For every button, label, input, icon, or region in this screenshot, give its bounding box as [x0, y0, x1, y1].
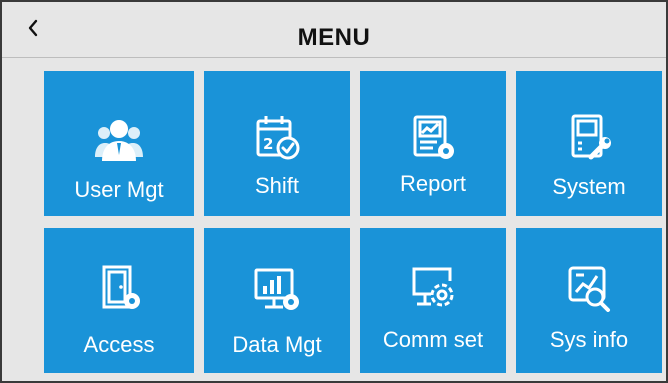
menu-tile-sys-info[interactable]: Sys info — [516, 228, 662, 373]
menu-tile-label: Comm set — [382, 327, 484, 352]
report-gear-icon — [413, 115, 454, 159]
menu-tile-label: Report — [399, 171, 467, 196]
menu-screen: MENU User Mgt 2 Shift Report System Acce… — [0, 0, 668, 383]
calendar-check-icon: 2 — [256, 116, 300, 160]
monitor-chart-gear-icon — [254, 268, 299, 310]
menu-tile-label: Shift — [254, 173, 300, 198]
monitor-gear-icon — [412, 267, 454, 307]
menu-tile-user-mgt[interactable]: User Mgt — [44, 71, 194, 216]
menu-tile-label: Access — [83, 332, 155, 357]
device-wrench-icon — [571, 114, 611, 160]
menu-tile-access[interactable]: Access — [44, 228, 194, 373]
svg-text:2: 2 — [263, 135, 273, 153]
chart-magnifier-icon — [568, 266, 610, 312]
door-gear-icon — [102, 265, 140, 309]
menu-tile-label: Data Mgt — [232, 332, 322, 357]
menu-tile-comm-set[interactable]: Comm set — [360, 228, 506, 373]
page-title: MENU — [297, 24, 371, 51]
menu-tile-label: User Mgt — [74, 177, 164, 202]
menu-tile-label: System — [552, 174, 626, 199]
menu-tile-label: Sys info — [549, 327, 629, 352]
header-divider — [2, 57, 666, 58]
menu-tile-shift[interactable]: 2 Shift — [204, 71, 350, 216]
menu-tile-system[interactable]: System — [516, 71, 662, 216]
menu-tile-report[interactable]: Report — [360, 71, 506, 216]
menu-tile-data-mgt[interactable]: Data Mgt — [204, 228, 350, 373]
header: MENU — [2, 2, 666, 56]
users-icon — [95, 120, 143, 161]
